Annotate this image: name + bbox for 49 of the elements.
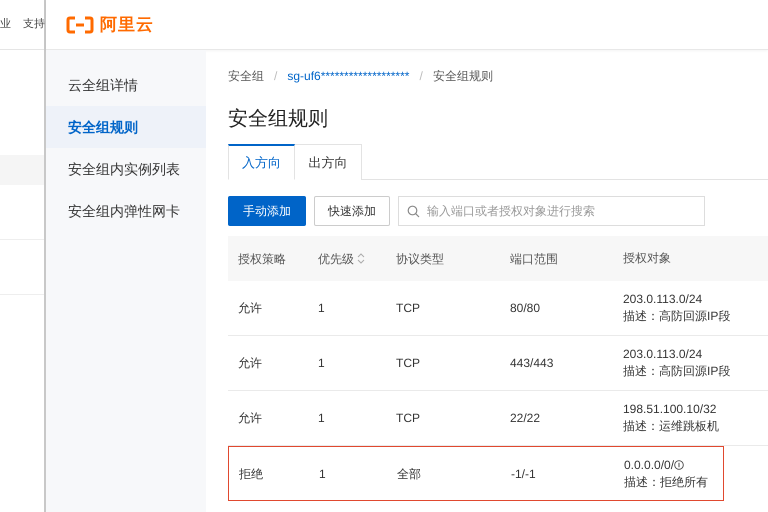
table-cell: TCP bbox=[396, 411, 420, 425]
nav-link-text[interactable]: 支持 bbox=[23, 16, 45, 33]
quick-add-button[interactable]: 快速添加 bbox=[314, 196, 390, 226]
sidebar-item[interactable]: 安全组内实例列表 bbox=[46, 148, 206, 190]
column-header: 授权策略 bbox=[238, 250, 286, 268]
table-cell: 全部 bbox=[397, 466, 421, 480]
column-header: 授权对象 bbox=[623, 250, 671, 267]
logo-icon bbox=[66, 16, 94, 34]
logo-text: 阿里云 bbox=[100, 14, 154, 36]
tab[interactable]: 入方向 bbox=[228, 144, 295, 180]
table-cell: 203.0.113.0/24 bbox=[623, 346, 702, 363]
table-cell: 1 bbox=[318, 301, 325, 315]
table-cell: -1/-1 bbox=[511, 466, 536, 480]
breadcrumb-link[interactable]: sg-uf6******************* bbox=[287, 67, 410, 85]
sidebar-item[interactable]: 安全组内弹性网卡 bbox=[46, 190, 206, 232]
table-cell: 22/22 bbox=[510, 411, 540, 425]
table-cell: 198.51.100.10/32 bbox=[623, 401, 716, 418]
table-cell: 1 bbox=[318, 411, 325, 425]
add-button[interactable]: 手动添加 bbox=[228, 196, 306, 226]
page-title: 安全组规则 bbox=[228, 107, 329, 132]
table-cell: 0.0.0.0/0/ bbox=[624, 456, 674, 474]
breadcrumb-item: 安全组规则 bbox=[432, 68, 493, 85]
table-cell: 允许 bbox=[238, 411, 262, 425]
table-cell: 443/443 bbox=[510, 356, 554, 370]
sidebar-item[interactable]: 云全组详情 bbox=[46, 64, 206, 106]
breadcrumb-separator: / bbox=[274, 68, 278, 85]
table-cell: 允许 bbox=[238, 356, 262, 370]
table-cell: TCP bbox=[396, 301, 420, 315]
table-cell: 203.0.113.0/24 bbox=[623, 291, 702, 308]
column-header: 端口范围 bbox=[510, 250, 558, 268]
breadcrumb-separator: / bbox=[419, 68, 423, 85]
table-cell-text: 描述：高防回源IP段 bbox=[623, 308, 732, 325]
table-cell: 80/80 bbox=[510, 301, 540, 315]
sidebar-item[interactable]: 安全组规则 bbox=[46, 106, 206, 148]
column-header[interactable]: 优先级 bbox=[318, 250, 354, 268]
tab[interactable]: 出方向 bbox=[295, 144, 362, 180]
table-cell: TCP bbox=[396, 356, 420, 370]
table-cell-text: 描述：高防回源IP段 bbox=[623, 363, 732, 380]
table-cell: 1 bbox=[319, 466, 326, 480]
search-field[interactable]: 输入端口或者授权对象进行搜索 bbox=[398, 196, 705, 226]
table-cell: 拒绝 bbox=[239, 466, 263, 480]
table-cell-text: 描述：运维跳板机 bbox=[623, 418, 720, 435]
table-cell: 1 bbox=[318, 356, 325, 370]
nav-link-text[interactable]: 业 bbox=[0, 16, 11, 33]
breadcrumb-item: 安全组 bbox=[228, 68, 264, 85]
table-cell: 允许 bbox=[238, 301, 262, 315]
info-icon[interactable] bbox=[674, 460, 684, 470]
column-header: 协议类型 bbox=[396, 250, 444, 268]
table-cell-text: 描述：拒绝所有 bbox=[624, 474, 709, 490]
